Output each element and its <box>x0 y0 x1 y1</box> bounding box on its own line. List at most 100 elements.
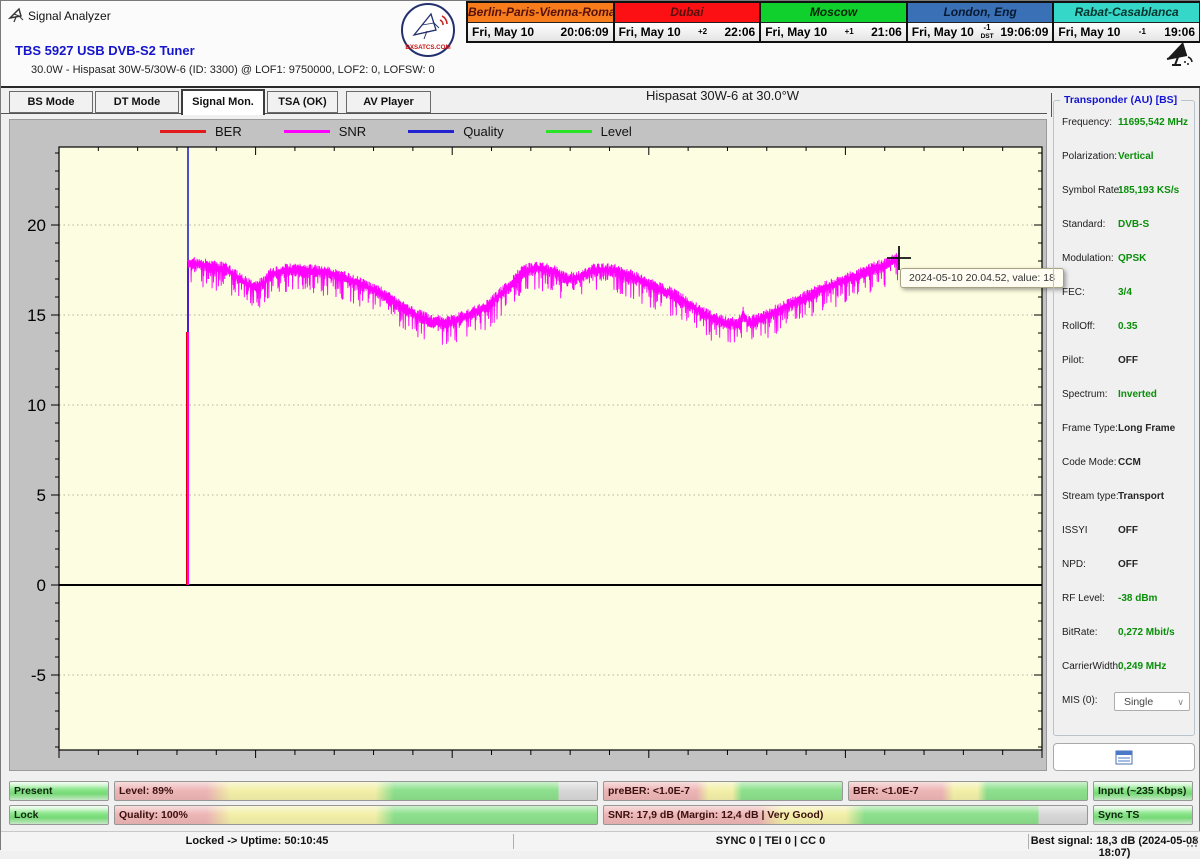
clock-utc-offset: -1 <box>1138 27 1146 36</box>
tp-value: OFF <box>1118 355 1138 366</box>
bar-label: Lock <box>14 809 39 821</box>
tp-label-issyi: ISSYI <box>1062 525 1088 536</box>
clock-time: 20:06:09 <box>560 25 609 39</box>
tp-label-frame-type-: Frame Type: <box>1062 423 1118 434</box>
mode-tabs: BS Mode DT Mode Signal Mon. TSA (OK) AV Play… <box>9 89 439 115</box>
window-title: Signal Analyzer <box>28 9 111 23</box>
legend-label: Level <box>600 124 632 139</box>
clock-berlin-paris-vienna-roma: Berlin-Paris-Vienna-Roma Fri, May 10 20:06… <box>468 3 613 41</box>
transponder-panel: Transponder (AU) [BS] Frequency: 11695,54… <box>1053 94 1195 736</box>
tp-label-fec-: FEC: <box>1062 287 1085 298</box>
chart-legend: BER SNR Quality Level <box>160 124 632 139</box>
svg-text:10: 10 <box>27 396 46 415</box>
tp-value: 11695,542 MHz <box>1118 117 1189 128</box>
panel-divider <box>1051 93 1052 117</box>
indicator-sync-ts: Sync TS <box>1093 805 1193 825</box>
legend-line-snr <box>283 130 330 133</box>
indicator-quality: Quality: 100% <box>114 805 598 825</box>
clock-date: Fri, May 10 <box>911 25 974 39</box>
tp-label-bitrate-: BitRate: <box>1062 627 1098 638</box>
tp-label-carrierwidth-: CarrierWidth: <box>1062 661 1121 672</box>
clock-date: Fri, May 10 <box>765 25 828 39</box>
app-icon <box>8 7 24 23</box>
legend-item-ber[interactable]: BER <box>160 124 242 139</box>
tp-label-modulation-: Modulation: <box>1062 253 1114 264</box>
status-best-signal: Best signal: 18,3 dB (2024-05-08 18:07) <box>1030 835 1199 859</box>
indicator-input-235-kbps-: Input (~235 Kbps) <box>1093 781 1193 801</box>
tp-value: QPSK <box>1118 253 1147 264</box>
indicator-snr: SNR: 17,9 dB (Margin: 12,4 dB | Very Goo… <box>603 805 1088 825</box>
clock-utc-offset: +2 <box>697 27 708 36</box>
tp-label-npd-: NPD: <box>1062 559 1086 570</box>
clock-time: 21:06 <box>871 25 902 39</box>
svg-text:-5: -5 <box>31 666 46 685</box>
clock-utc-offset: -1 DST <box>980 22 994 40</box>
bar-label: Level: 89% <box>119 785 174 797</box>
legend-line-ber <box>160 130 206 133</box>
tab-bs-mode[interactable]: BS Mode <box>9 91 93 113</box>
mis-dropdown[interactable]: Single ∨ <box>1114 692 1190 711</box>
indicator-preber: preBER: <1.0E-7 <box>603 781 843 801</box>
tp-value: 185,193 KS/s <box>1118 185 1180 196</box>
clock-time-row: Fri, May 10 +2 22:06 <box>614 23 760 41</box>
svg-text:5: 5 <box>37 486 46 505</box>
legend-item-quality[interactable]: Quality <box>408 124 504 139</box>
satellite-dish-logo-icon: DXSATCS.COM <box>405 12 451 51</box>
clock-moscow: Moscow Fri, May 10 +1 21:06 <box>761 3 906 41</box>
tp-label-rolloff-: RollOff: <box>1062 321 1096 332</box>
chart-tooltip: 2024-05-10 20.04.52, value: 18 <box>900 268 1064 288</box>
svg-text:20: 20 <box>27 216 46 235</box>
status-sync: SYNC 0 | TEI 0 | CC 0 <box>715 835 826 847</box>
tp-value: Transport <box>1118 491 1165 502</box>
bar-label: Present <box>14 785 53 797</box>
tp-value: 0,272 Mbit/s <box>1118 627 1175 638</box>
indicator-level: Level: 89% <box>114 781 598 801</box>
app-window: Signal Analyzer Berlin-Paris-Vienna-Roma… <box>0 0 1200 859</box>
clock-city-label: London, Eng <box>907 3 1053 23</box>
tp-label-code-mode-: Code Mode: <box>1062 457 1117 468</box>
legend-item-snr[interactable]: SNR <box>283 124 366 139</box>
tab-signal-mon-[interactable]: Signal Mon. <box>181 89 265 115</box>
clock-time: 19:06:09 <box>1000 25 1049 39</box>
chart-plot-area[interactable]: -5 0 5 10 15 20 <box>10 120 1046 770</box>
clock-date: Fri, May 10 <box>472 25 535 39</box>
tp-label-symbol-rate-: Symbol Rate: <box>1062 185 1123 196</box>
tp-label-stream-type-: Stream type: <box>1062 491 1119 502</box>
tp-value: -38 dBm <box>1118 593 1158 604</box>
legend-line-level <box>545 130 592 133</box>
indicator-present: Present <box>9 781 109 801</box>
bar-label: SNR: 17,9 dB (Margin: 12,4 dB | Very Goo… <box>608 809 824 821</box>
tp-value: Vertical <box>1118 151 1154 162</box>
file-list-icon <box>1115 750 1133 764</box>
tp-value: OFF <box>1118 525 1138 536</box>
status-bar: Locked -> Uptime: 50:10:45 SYNC 0 | TEI … <box>1 831 1200 859</box>
tp-label-frequency-: Frequency: <box>1062 117 1113 128</box>
svg-text:15: 15 <box>27 306 46 325</box>
clock-time-row: Fri, May 10 20:06:09 <box>468 23 613 41</box>
resize-grip[interactable] <box>1187 837 1199 849</box>
tp-value: OFF <box>1118 559 1138 570</box>
tp-label-pilot-: Pilot: <box>1062 355 1085 366</box>
bar-label: Quality: 100% <box>119 809 188 821</box>
tp-value: DVB-S <box>1118 219 1150 230</box>
clock-rabat-casablanca: Rabat-Casablanca Fri, May 10 -1 19:06 <box>1054 3 1199 41</box>
clock-city-label: Rabat-Casablanca <box>1054 3 1199 23</box>
dxsatcs-logo: DXSATCS.COM <box>401 3 455 57</box>
tab-dt-mode[interactable]: DT Mode <box>95 91 179 113</box>
satellite-name: Hispasat 30W-6 at 30.0°W <box>646 88 800 103</box>
svg-text:0: 0 <box>37 576 46 595</box>
tuner-title: TBS 5927 USB DVB-S2 Tuner <box>15 43 195 58</box>
bar-label: preBER: <1.0E-7 <box>608 785 690 797</box>
signal-chart[interactable]: BER SNR Quality Level -5 0 5 10 15 20 2024-05-10… <box>9 119 1064 771</box>
tab-tsa-ok-[interactable]: TSA (OK) <box>267 91 338 113</box>
tp-label-polarization-: Polarization: <box>1062 151 1118 162</box>
legend-item-level[interactable]: Level <box>545 124 632 139</box>
tp-label-rf-level-: RF Level: <box>1062 593 1105 604</box>
tab-av-player[interactable]: AV Player <box>346 91 431 113</box>
bar-label: Input (~235 Kbps) <box>1098 785 1187 797</box>
indicator-row-1: Present Level: 89% preBER: <1.0E-7 BER: <1.… <box>9 781 1193 801</box>
tp-value: 0,249 MHz <box>1118 661 1167 672</box>
tp-value: Long Frame <box>1118 423 1176 434</box>
world-clocks: Berlin-Paris-Vienna-Roma Fri, May 10 20:06… <box>466 1 1200 43</box>
ts-capture-button[interactable] <box>1053 743 1195 771</box>
